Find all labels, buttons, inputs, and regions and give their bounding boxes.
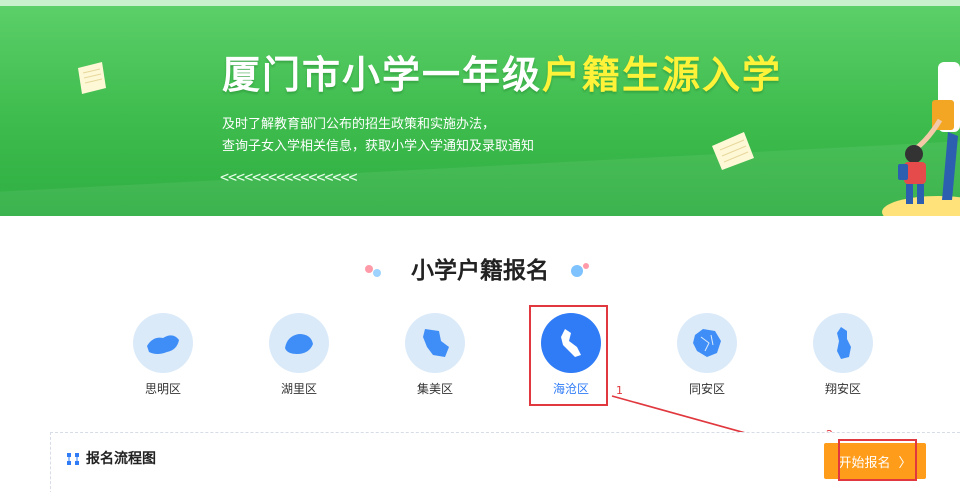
flow-icon bbox=[67, 453, 79, 465]
annotation-arrow bbox=[611, 395, 838, 461]
annotation-box-button bbox=[838, 439, 917, 481]
flow-title-text: 报名流程图 bbox=[86, 451, 156, 467]
flow-title: 报名流程图 bbox=[66, 449, 156, 469]
